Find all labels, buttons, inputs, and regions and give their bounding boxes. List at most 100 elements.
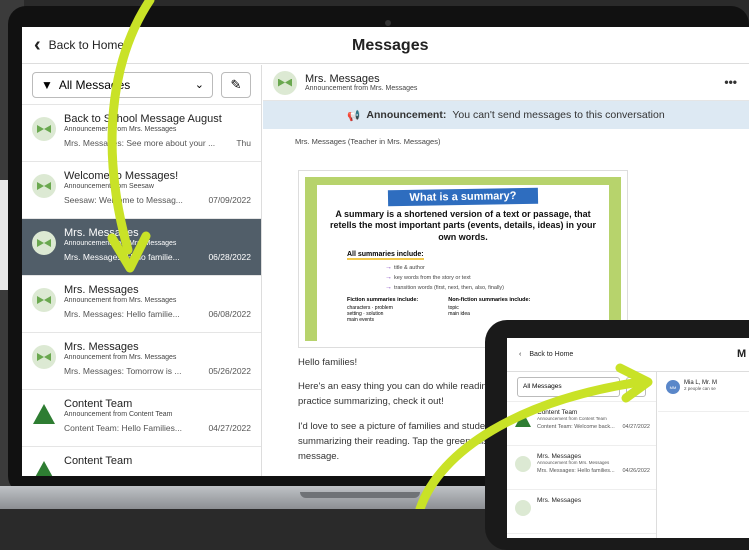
tablet-filter-label: All Messages	[523, 383, 562, 390]
thread-date: 04/26/2022	[622, 468, 650, 474]
tablet-title: M	[737, 348, 747, 360]
thread-sub: Announcement from Seesaw	[64, 183, 154, 190]
thread-sub: Announcement from Content Team	[64, 411, 173, 418]
tablet-conv-sub: 2 people can se	[684, 386, 716, 391]
thread-row[interactable]: Mrs. Messages Announcement from Mrs. Mess…	[22, 276, 261, 333]
camera	[385, 20, 391, 26]
thread-preview-row: Mrs. Messages: Tomorrow is ... 05/26/2022	[64, 366, 251, 376]
bow-icon	[37, 125, 51, 133]
thread-preview-row: Content Team: Welcome back... 04/27/2022	[537, 424, 650, 430]
thread-date: 04/27/2022	[208, 423, 251, 433]
avatar	[515, 456, 531, 472]
avatar	[32, 231, 56, 255]
fiction-column: Fiction summaries include: characters · …	[347, 296, 419, 323]
nonfiction-heading: Non-fiction summaries include:	[448, 296, 531, 303]
slide-content: What is a summary? A summary is a shorte…	[317, 185, 609, 341]
thread-preview: Mrs. Messages: Hello familie...	[64, 252, 180, 262]
conversation-header: Mrs. Messages Announcement from Mrs. Mes…	[263, 65, 749, 101]
thread-list-panel: ▼ All Messages ⌄ ✎ Back to School Messag…	[22, 65, 262, 476]
thread-name: Content Team	[64, 455, 133, 467]
thread-row[interactable]: Mrs. Messages Announcement from Mrs. Mess…	[22, 219, 261, 276]
compose-icon: ✎	[632, 382, 640, 391]
thread-name: Welcome to Messages!	[64, 170, 179, 182]
page-title: Messages	[352, 37, 429, 54]
filter-bar: ▼ All Messages ⌄ ✎	[22, 65, 261, 105]
thread-date: 04/27/2022	[622, 424, 650, 430]
avatar	[32, 117, 56, 141]
tablet-back-label[interactable]: Back to Home	[529, 351, 573, 358]
thread-row[interactable]: Content Team	[22, 447, 261, 476]
tree-icon	[33, 404, 55, 424]
more-icon[interactable]: •••	[724, 75, 737, 89]
tablet-compose-button[interactable]: ✎	[626, 376, 646, 397]
avatar	[32, 345, 56, 369]
avatar: MM	[666, 380, 680, 394]
thread-preview-row: Content Team: Hello Families... 04/27/202…	[64, 423, 251, 433]
thread-name: Back to School Message August	[64, 113, 222, 125]
back-button[interactable]: ‹ Back to Home	[22, 35, 124, 55]
thread-row[interactable]: Back to School Message August Announcemen…	[22, 105, 261, 162]
announcement-banner: 📢 Announcement: You can't send messages …	[263, 101, 749, 129]
thread-name: Mrs. Messages	[537, 497, 582, 504]
thread-row[interactable]: Mrs. Messages Announcement from Mrs. Mess…	[22, 333, 261, 390]
slide-include-heading: All summaries include:	[347, 250, 424, 260]
thread-preview-row: Mrs. Messages: Hello familie... 06/08/202…	[64, 309, 251, 319]
avatar	[515, 500, 531, 516]
sender-label: Mrs. Messages (Teacher in Mrs. Messages)	[295, 137, 441, 146]
avatar	[32, 288, 56, 312]
slide-item: transition words (first, next, then, als…	[385, 284, 603, 291]
thread-name: Mrs. Messages	[64, 284, 139, 296]
top-bar: ‹ Back to Home Messages	[22, 27, 749, 64]
thread-preview: Mrs. Messages: See more about your ...	[64, 138, 216, 148]
tablet-conversation-header: MM Mia L, Mr. M 2 people can se	[658, 372, 749, 412]
thread-name: Mrs. Messages	[537, 453, 582, 460]
avatar	[32, 174, 56, 198]
nonfiction-item: main idea	[448, 310, 470, 317]
compose-button[interactable]: ✎	[221, 71, 251, 98]
avatar	[32, 402, 56, 426]
bow-icon	[37, 296, 51, 304]
chevron-left-icon[interactable]: ‹	[519, 351, 521, 358]
laptop-notch	[300, 492, 420, 498]
thread-date: 05/26/2022	[208, 366, 251, 376]
banner-bold: Announcement:	[366, 109, 447, 121]
tablet-thread-list: Content Team Announcement from Content Te…	[507, 402, 656, 534]
tablet-screen: ‹ Back to Home M All Messages ✎ Content …	[507, 338, 749, 538]
fiction-heading: Fiction summaries include:	[347, 296, 419, 303]
thread-preview-row: Mrs. Messages: Hello families... 04/26/20…	[537, 468, 650, 474]
thread-sub: Announcement from Mrs. Messages	[537, 460, 610, 465]
bow-icon	[37, 182, 51, 190]
tablet-thread-row[interactable]: Mrs. Messages	[507, 490, 656, 534]
avatar	[515, 412, 531, 427]
thread-date: 06/08/2022	[208, 309, 251, 319]
bow-icon	[37, 239, 51, 247]
filter-select[interactable]: ▼ All Messages ⌄	[32, 71, 213, 98]
tablet-filter-select[interactable]: All Messages	[517, 376, 620, 397]
thread-sub: Announcement from Mrs. Messages	[64, 354, 177, 361]
back-label: Back to Home	[48, 38, 125, 52]
thread-date: 06/28/2022	[208, 252, 251, 262]
thread-row[interactable]: Content Team Announcement from Content Te…	[22, 390, 261, 447]
nonfiction-column: Non-fiction summaries include: topic mai…	[448, 297, 530, 323]
conversation-sub: Announcement from Mrs. Messages	[305, 85, 418, 92]
thread-date: Thu	[236, 138, 251, 148]
fiction-item: main events	[347, 316, 374, 323]
thread-name: Mrs. Messages	[64, 227, 139, 239]
thread-name: Content Team	[537, 409, 578, 416]
banner-text: You can't send messages to this conversa…	[452, 109, 665, 121]
thread-row[interactable]: Welcome to Messages! Announcement from Se…	[22, 162, 261, 219]
slide-title: What is a summary?	[387, 187, 539, 207]
slide-definition: A summary is a shortened version of a te…	[329, 209, 597, 242]
thread-preview: Content Team: Hello Families...	[64, 423, 182, 433]
thread-sub: Announcement from Mrs. Messages	[64, 240, 177, 247]
tablet-thread-row[interactable]: Content Team Announcement from Content Te…	[507, 402, 656, 446]
chevron-down-icon: ⌄	[194, 79, 204, 91]
thread-preview-row: Seesaw: Welcome to Messag... 07/09/2022	[64, 195, 251, 205]
tablet-thread-row[interactable]: Mrs. Messages Announcement from Mrs. Mess…	[507, 446, 656, 490]
thread-preview: Mrs. Messages: Hello familie...	[64, 309, 180, 319]
tablet-frame: ‹ Back to Home M All Messages ✎ Content …	[485, 320, 749, 550]
tree-icon	[33, 461, 55, 476]
filter-label: All Messages	[58, 77, 131, 92]
thread-sub: Announcement from Content Team	[537, 416, 607, 421]
avatar	[273, 70, 297, 95]
